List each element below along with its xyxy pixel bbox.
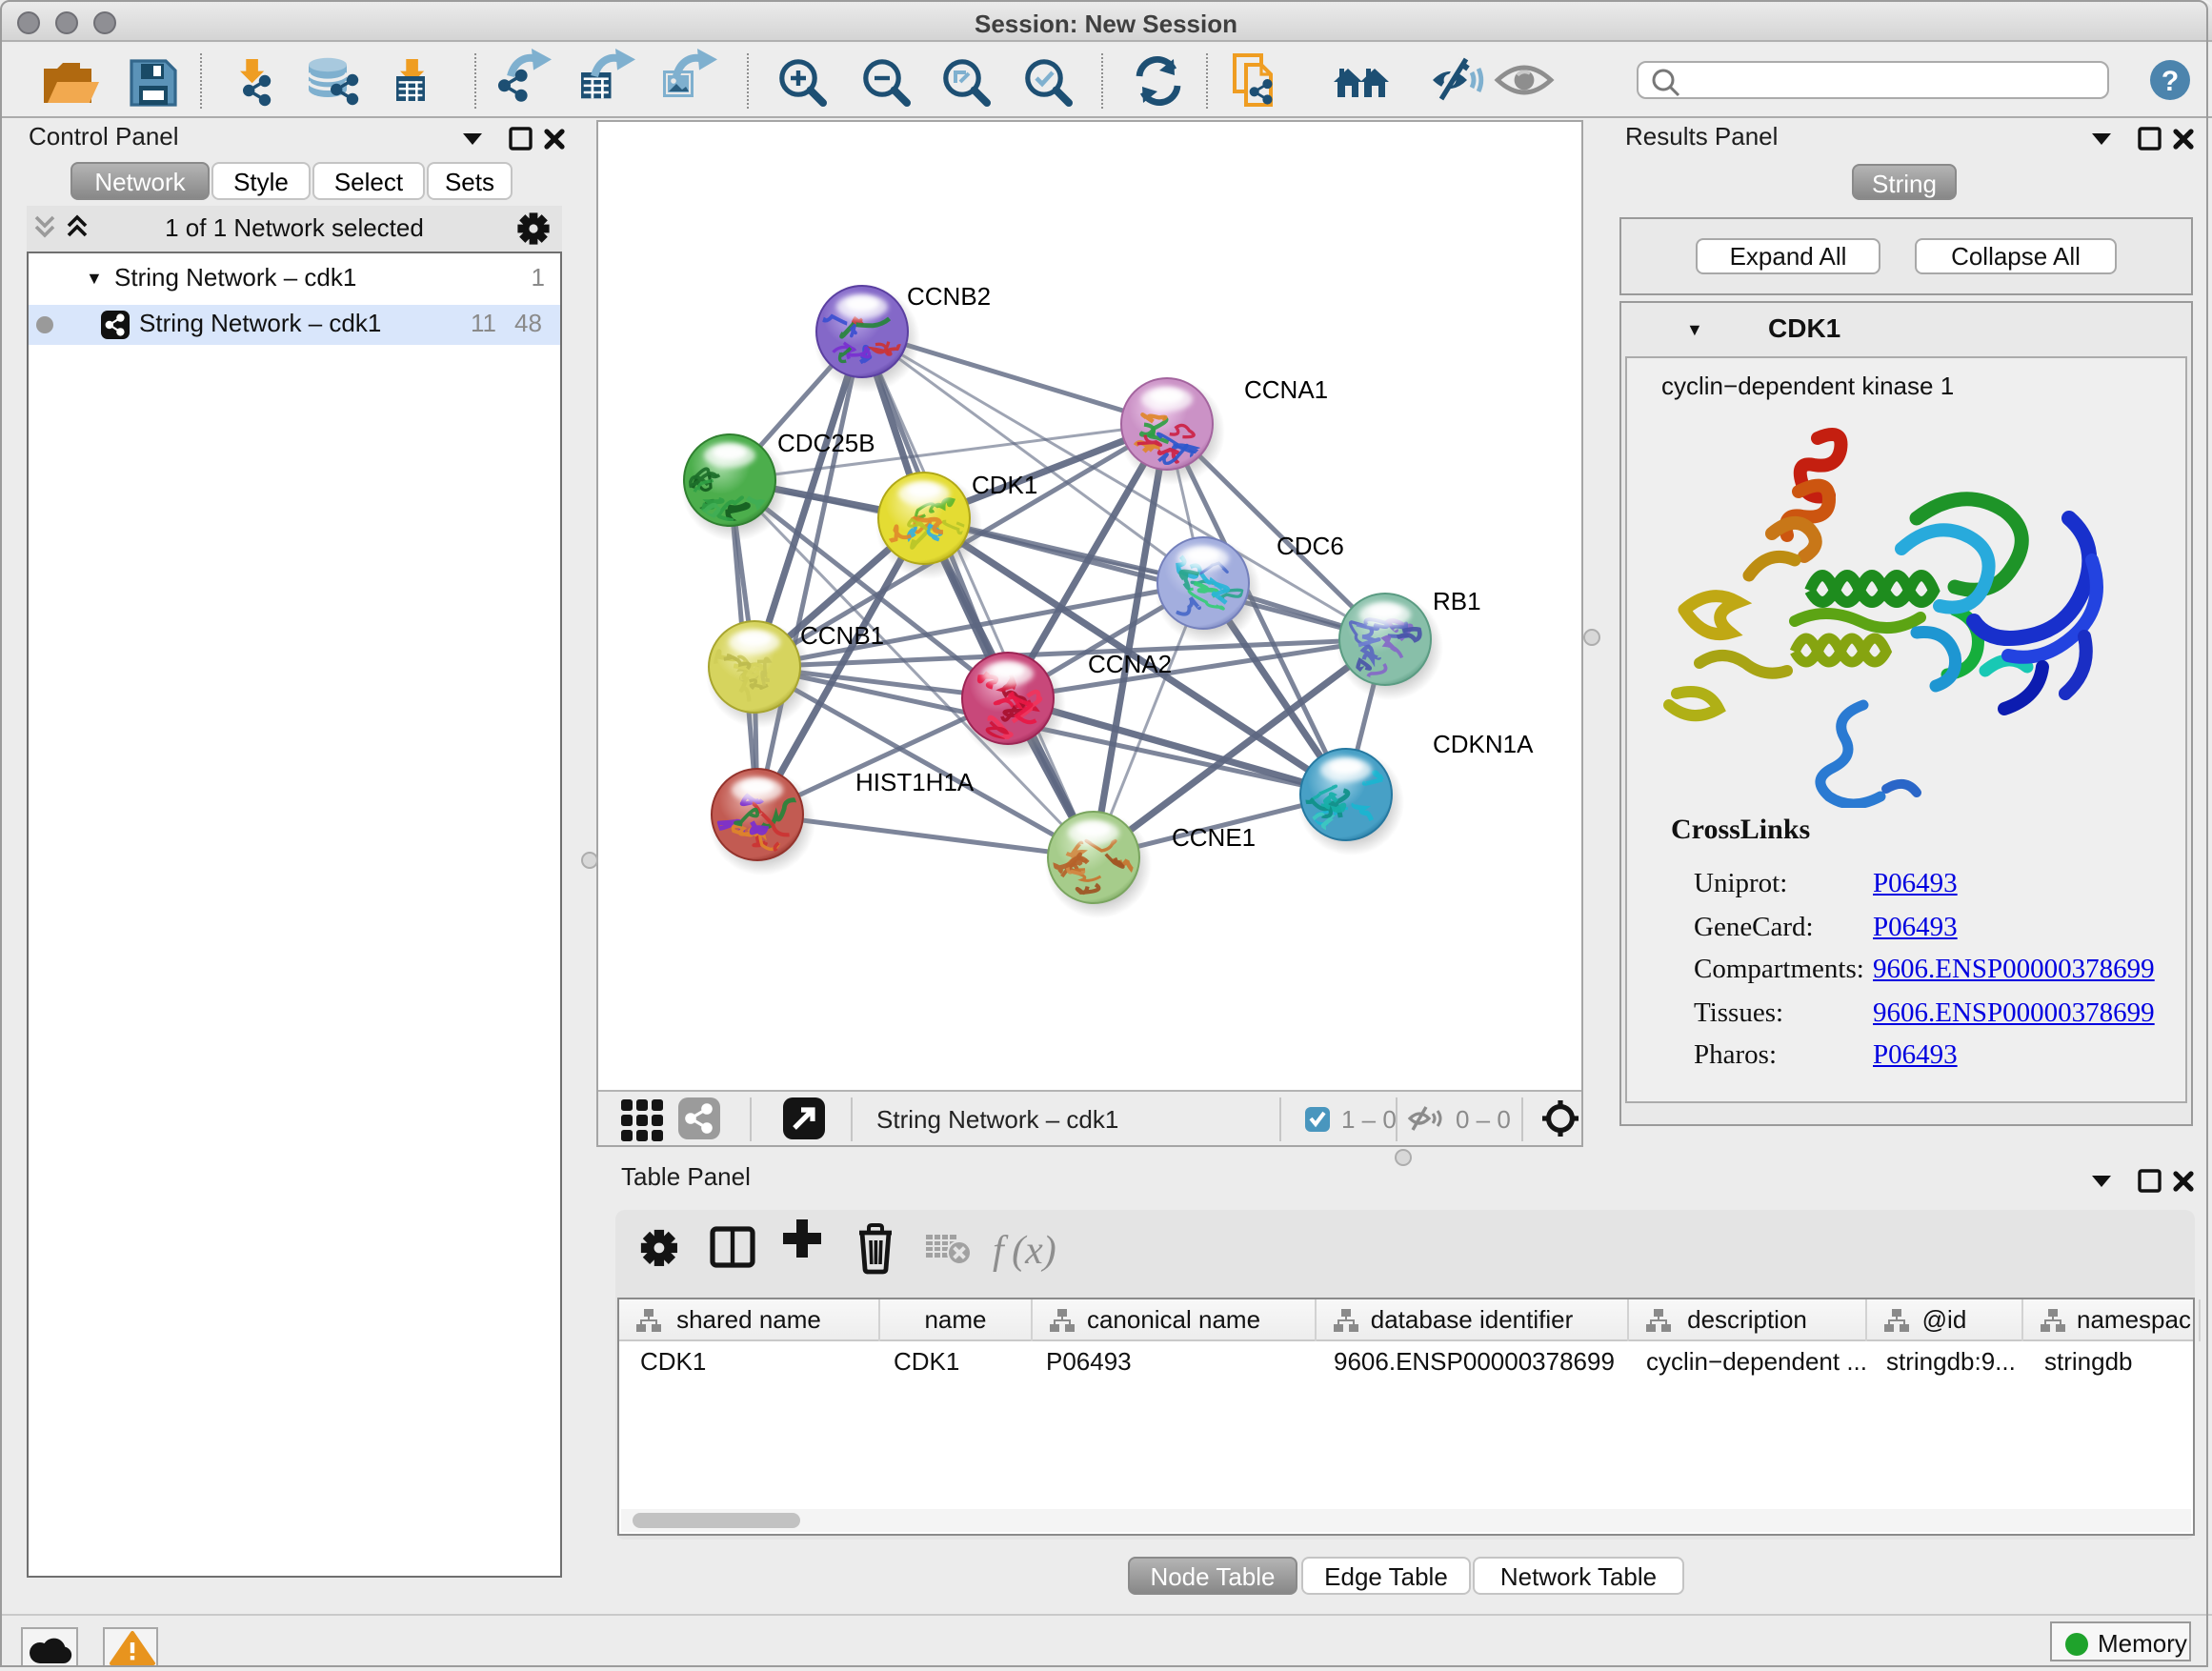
svg-text:CDC6: CDC6	[1277, 532, 1344, 560]
svg-text:CCNB2: CCNB2	[907, 282, 991, 311]
svg-text:CDK1: CDK1	[972, 471, 1037, 499]
svg-text:CCNB1: CCNB1	[800, 621, 884, 650]
svg-text:1 – 0: 1 – 0	[1341, 1105, 1397, 1134]
svg-text:HIST1H1A: HIST1H1A	[855, 768, 975, 796]
svg-text:String Network – cdk1: String Network – cdk1	[876, 1105, 1118, 1134]
svg-text:CCNE1: CCNE1	[1172, 823, 1256, 852]
svg-text:RB1: RB1	[1433, 587, 1481, 615]
svg-text:CCNA2: CCNA2	[1088, 650, 1172, 678]
svg-text:?: ?	[2162, 66, 2179, 97]
svg-text:CDC25B: CDC25B	[777, 429, 875, 457]
svg-text:f (x): f (x)	[993, 1229, 1056, 1273]
svg-text:CDKN1A: CDKN1A	[1433, 730, 1534, 758]
svg-text:0 – 0: 0 – 0	[1456, 1105, 1511, 1134]
svg-text:CCNA1: CCNA1	[1244, 375, 1328, 404]
